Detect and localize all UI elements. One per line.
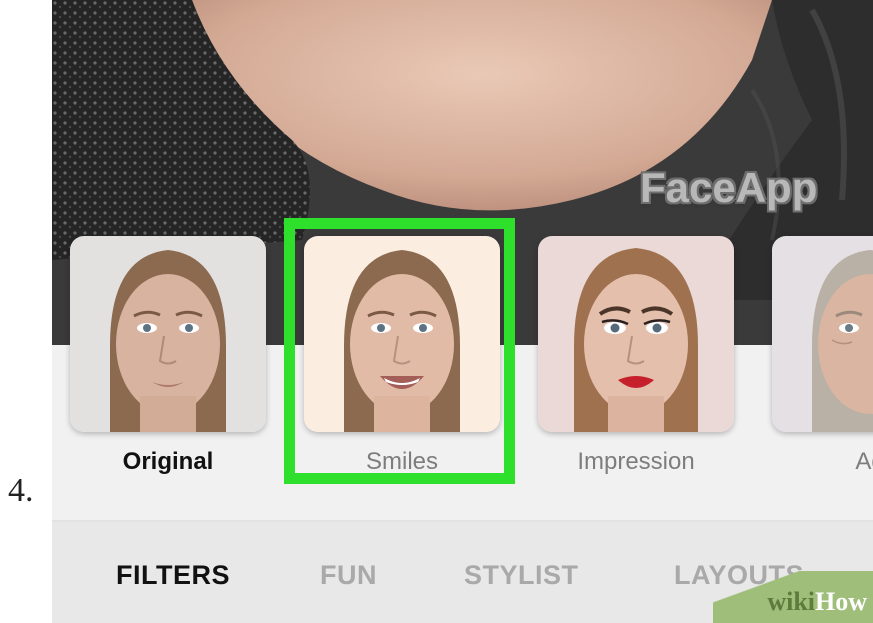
face-age-image	[772, 236, 873, 432]
tab-fun[interactable]: FUN	[320, 560, 377, 591]
face-original-image	[70, 236, 266, 432]
filter-age-label[interactable]: Ag	[772, 448, 873, 476]
wikihow-prefix: wiki	[767, 587, 815, 616]
wikihow-suffix: How	[815, 587, 867, 616]
face-impression-image	[538, 236, 734, 432]
filter-age-thumbnail[interactable]	[772, 236, 873, 432]
step-number: 4.	[8, 472, 34, 509]
faceapp-screen: FaceApp Original Smiles Impression A FIL…	[52, 0, 873, 623]
tab-stylist[interactable]: STYLIST	[464, 560, 579, 591]
tab-filters[interactable]: FILTERS	[116, 560, 230, 591]
wikihow-logo: wikiHow	[767, 587, 867, 617]
filter-original-label[interactable]: Original	[70, 448, 266, 476]
faceapp-watermark: FaceApp	[640, 164, 818, 211]
filter-original-thumbnail[interactable]	[70, 236, 266, 432]
filter-impression-thumbnail[interactable]	[538, 236, 734, 432]
wikihow-badge: wikiHow	[713, 571, 873, 623]
smiles-highlight-frame	[284, 218, 515, 484]
filter-impression-label[interactable]: Impression	[538, 448, 734, 476]
